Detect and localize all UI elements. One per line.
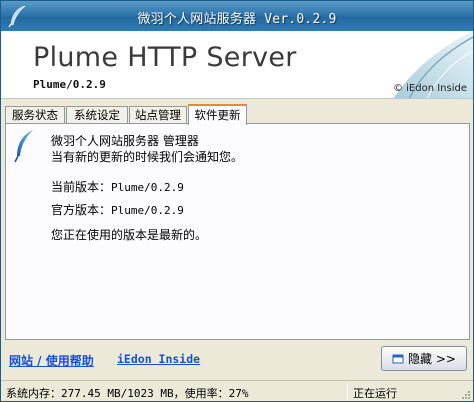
footer-bar: 网站 / 使用帮助 iEdon Inside 隐藏 >> <box>1 340 473 378</box>
current-version-label: 当前版本： <box>51 180 112 194</box>
resize-grip-icon[interactable] <box>460 389 471 400</box>
hide-button[interactable]: 隐藏 >> <box>381 346 467 371</box>
title-bar[interactable]: 微羽个人网站服务器 Ver.0.2.9 <box>1 1 473 31</box>
product-name: Plume HTTP Server <box>33 42 297 73</box>
official-version-value: Plume/0.2.9 <box>111 204 184 217</box>
iedon-inside-link[interactable]: iEdon Inside <box>117 352 200 366</box>
current-version-row: 当前版本：Plume/0.2.9 <box>51 178 184 195</box>
hide-window-icon <box>392 354 404 363</box>
copyright-text: © iEdon Inside <box>392 83 467 94</box>
current-version-value: Plume/0.2.9 <box>111 181 184 194</box>
app-name-text: 微羽个人网站服务器 管理器 <box>51 134 199 148</box>
status-separator <box>347 383 348 400</box>
update-status-text: 您正在使用的版本是最新的。 <box>51 228 208 242</box>
tab-software-update[interactable]: 软件更新 <box>188 104 247 125</box>
main-window: 微羽个人网站服务器 Ver.0.2.9 Plume HTTP Server Pl… <box>0 0 474 402</box>
hide-button-label: 隐藏 >> <box>408 352 456 366</box>
tab-system-settings[interactable]: 系统设定 <box>66 106 128 124</box>
status-bar: 系统内存：277.45 MB/1023 MB，使用率：27% 正在运行 <box>1 380 473 401</box>
official-version-label: 官方版本： <box>51 203 112 217</box>
server-state-text: 正在运行 <box>353 387 397 400</box>
memory-usage-text: 系统内存：277.45 MB/1023 MB，使用率：27% <box>6 387 249 400</box>
tab-site-management[interactable]: 站点管理 <box>129 106 187 124</box>
brand-banner: Plume HTTP Server Plume/0.2.9 © iEdon In… <box>1 31 473 99</box>
update-panel: 微羽个人网站服务器 管理器 当有新的更新的时候我们会通知您。 当前版本：Plum… <box>5 123 470 340</box>
feather-icon <box>14 130 33 163</box>
site-help-link[interactable]: 网站 / 使用帮助 <box>9 352 94 369</box>
window-title: 微羽个人网站服务器 Ver.0.2.9 <box>137 12 337 27</box>
product-version: Plume/0.2.9 <box>33 78 106 91</box>
notice-text: 当有新的更新的时候我们会通知您。 <box>51 150 244 164</box>
official-version-row: 官方版本：Plume/0.2.9 <box>51 201 184 218</box>
tab-service-status[interactable]: 服务状态 <box>5 106 65 124</box>
